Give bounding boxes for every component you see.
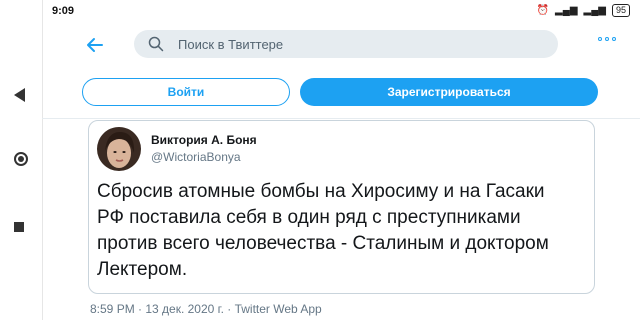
tweet-timestamp[interactable]: 8:59 PM · 13 дек. 2020 г. · Twitter Web … xyxy=(90,302,322,316)
tweet-text-line: Лектером. xyxy=(97,259,188,280)
avatar-image xyxy=(97,127,141,171)
status-icons: ⏰ ▂▄▆ ▂▄▆ 95 xyxy=(537,4,630,17)
search-placeholder: Поиск в Твиттере xyxy=(178,37,284,52)
status-bar: 9:09 ⏰ ▂▄▆ ▂▄▆ 95 xyxy=(42,0,640,24)
alarm-icon: ⏰ xyxy=(536,5,550,16)
signal-icon-2: ▂▄▆ xyxy=(583,5,606,16)
app-header: Поиск в Твиттере xyxy=(42,26,640,66)
avatar[interactable] xyxy=(97,127,141,171)
triangle-back-icon[interactable] xyxy=(14,88,25,102)
tweet-text: Сбросив атомные бомбы на Хиросиму и на Г… xyxy=(97,179,589,283)
system-nav-bar xyxy=(0,0,43,320)
signup-button[interactable]: Зарегистрироваться xyxy=(300,78,598,106)
signal-icon: ▂▄▆ xyxy=(555,5,578,16)
search-input[interactable]: Поиск в Твиттере xyxy=(134,30,558,58)
author-name[interactable]: Виктория А. Боня xyxy=(151,133,257,147)
tweet-text-line: против всего человечества - Сталиным и д… xyxy=(97,233,549,254)
divider xyxy=(42,118,640,119)
login-button[interactable]: Войти xyxy=(82,78,290,106)
arrow-left-icon[interactable] xyxy=(86,36,104,54)
author-handle[interactable]: @WictoriaBonya xyxy=(151,150,241,164)
tweet-text-line: РФ поставила себя в один ряд с преступни… xyxy=(97,207,521,228)
circle-home-icon[interactable] xyxy=(14,152,28,166)
battery-icon: 95 xyxy=(611,4,630,17)
tweet-text-line: Сбросив атомные бомбы на Хиросиму и на Г… xyxy=(97,181,545,202)
more-dots-icon[interactable] xyxy=(598,37,616,41)
search-icon xyxy=(148,36,164,52)
square-recent-icon[interactable] xyxy=(14,222,24,232)
status-time: 9:09 xyxy=(52,5,75,17)
quoted-tweet-card[interactable]: Виктория А. Боня @WictoriaBonya Сбросив … xyxy=(88,120,595,294)
